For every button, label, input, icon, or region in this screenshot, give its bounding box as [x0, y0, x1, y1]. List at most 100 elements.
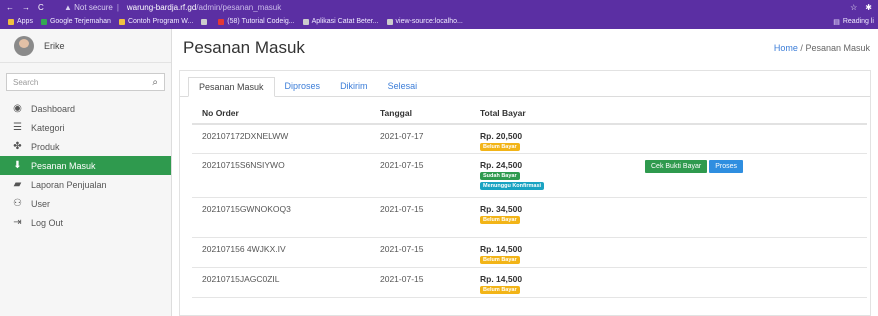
- download-icon: ⬇: [13, 160, 22, 171]
- reload-icon[interactable]: C: [38, 3, 44, 12]
- table-row: 20210715GWNOKOQ3 2021-07-15 Rp. 34,500 Belu…: [192, 197, 867, 238]
- sidebar-item-produk[interactable]: ✤ Produk: [0, 137, 171, 156]
- order-total-cell: Rp. 20,500 Belum Bayar: [480, 124, 645, 154]
- status-badge: Belum Bayar: [480, 143, 520, 151]
- status-badge: Belum Bayar: [480, 256, 520, 264]
- bookmark-label: Apps: [17, 18, 33, 25]
- header-total-bayar: Total Bayar: [480, 103, 645, 125]
- order-number: 20210715S6NSIYWO: [192, 153, 380, 198]
- order-actions: [645, 197, 867, 238]
- sidebar-item-pesanan-masuk[interactable]: ⬇ Pesanan Masuk: [0, 156, 171, 175]
- sidebar-item-label: Dashboard: [31, 103, 76, 114]
- table-row: 20210715S6NSIYWO 2021-07-15 Rp. 24,500 Suda…: [192, 153, 867, 198]
- header-no-order: No Order: [192, 103, 380, 125]
- reading-list-label: Reading li: [842, 18, 874, 25]
- search-input[interactable]: Search: [13, 78, 38, 87]
- cek-bukti-bayar-button[interactable]: Cek Bukti Bayar: [645, 160, 708, 173]
- sidebar-menu: ◉ Dashboard ☰ Kategori ✤ Produk ⬇ Pesanan Masuk…: [0, 99, 171, 232]
- sidebar-item-label: Produk: [31, 141, 60, 152]
- bookmark-label: Google Terjemahan: [49, 18, 111, 25]
- bookmark-icon: [386, 18, 393, 25]
- main-content: Pesanan Masuk Home / Pesanan Masuk Pesan…: [173, 29, 878, 316]
- dashboard-icon: ◉: [13, 103, 22, 114]
- breadcrumb-home[interactable]: Home: [774, 43, 798, 53]
- browser-toolbar: ← → C ▲ Not secure | warung-bardja.rf.gd…: [0, 0, 878, 14]
- sidebar-item-label: Laporan Penjualan: [31, 179, 107, 190]
- avatar: [14, 35, 34, 56]
- sidebar-item-label: Kategori: [31, 122, 65, 133]
- extension-icon[interactable]: ✱: [865, 3, 872, 12]
- bookmark-item[interactable]: Apps: [8, 18, 33, 25]
- back-icon[interactable]: ←: [6, 3, 14, 12]
- bookmark-icon: [302, 18, 309, 25]
- breadcrumb: Home / Pesanan Masuk: [774, 43, 870, 53]
- browser-nav: ← → C: [0, 3, 64, 12]
- sidebar: Erike Search ⌕ ◉ Dashboard ☰ Kategori ✤ Produ…: [0, 29, 172, 316]
- bookmark-item[interactable]: Contoh Program W...: [118, 18, 194, 25]
- tab-selesai[interactable]: Selesai: [378, 76, 428, 96]
- order-number: 20210715JAGC0ZIL: [192, 267, 380, 298]
- order-number: 202107156 4WJKX.IV: [192, 237, 380, 268]
- sidebar-item-kategori[interactable]: ☰ Kategori: [0, 118, 171, 137]
- order-actions: [645, 267, 867, 298]
- reading-list[interactable]: ▤ Reading li: [833, 18, 874, 26]
- breadcrumb-separator: /: [800, 43, 803, 53]
- table-header-row: No Order Tanggal Total Bayar: [192, 103, 867, 125]
- page-title: Pesanan Masuk: [183, 38, 305, 57]
- tab-diproses[interactable]: Diproses: [275, 76, 331, 96]
- not-secure-label: Not secure: [74, 2, 113, 12]
- sidebar-search[interactable]: Search ⌕: [6, 73, 165, 91]
- order-total-cell: Rp. 24,500 Sudah Bayar Menunggu Konfirmasi: [480, 153, 645, 198]
- bookmark-icon: [218, 18, 225, 25]
- users-icon: ⚇: [13, 198, 22, 209]
- orders-table: No Order Tanggal Total Bayar 202107172DX…: [192, 103, 867, 298]
- order-number: 202107172DXNELWW: [192, 124, 380, 154]
- tab-dikirim[interactable]: Dikirim: [330, 76, 378, 96]
- bookmark-item[interactable]: [201, 18, 210, 25]
- order-total: Rp. 14,500: [480, 274, 523, 284]
- bookmark-icon: [201, 18, 208, 25]
- order-date: 2021-07-15: [380, 153, 480, 198]
- sidebar-item-log-out[interactable]: ⇥ Log Out: [0, 213, 171, 232]
- bookmark-item[interactable]: view-source:localho...: [386, 18, 463, 25]
- bookmark-icon: [118, 18, 125, 25]
- bookmark-label: Aplikasi Catat Beter...: [311, 18, 379, 25]
- bookmark-item[interactable]: (58) Tutorial Codeig...: [218, 18, 295, 25]
- bookmark-icon: [40, 18, 47, 25]
- proses-button[interactable]: Proses: [709, 160, 743, 173]
- breadcrumb-current: Pesanan Masuk: [805, 43, 870, 53]
- order-total-cell: Rp. 14,500 Belum Bayar: [480, 267, 645, 298]
- sidebar-item-label: Pesanan Masuk: [31, 160, 96, 171]
- order-tabs: Pesanan Masuk Diproses Dikirim Selesai: [180, 71, 870, 97]
- order-date: 2021-07-15: [380, 237, 480, 268]
- not-secure-warning[interactable]: ▲ Not secure: [64, 3, 113, 12]
- order-total: Rp. 14,500: [480, 244, 523, 254]
- sidebar-item-laporan-penjualan[interactable]: ▰ Laporan Penjualan: [0, 175, 171, 194]
- bookmark-label: Contoh Program W...: [127, 18, 194, 25]
- header-actions: [645, 103, 867, 125]
- search-icon[interactable]: ⌕: [152, 77, 158, 88]
- page-header: Pesanan Masuk Home / Pesanan Masuk: [173, 29, 878, 67]
- logout-icon: ⇥: [13, 217, 22, 228]
- status-badge: Belum Bayar: [480, 216, 520, 224]
- tab-pesanan-masuk[interactable]: Pesanan Masuk: [188, 77, 275, 97]
- product-icon: ✤: [13, 141, 22, 152]
- username[interactable]: Erike: [44, 41, 65, 51]
- order-total-cell: Rp. 34,500 Belum Bayar: [480, 197, 645, 238]
- url-path: /admin/pesanan_masuk: [196, 2, 282, 12]
- sidebar-item-user[interactable]: ⚇ User: [0, 194, 171, 213]
- forward-icon[interactable]: →: [22, 3, 30, 12]
- url-domain: warung-bardja.rf.gd: [126, 2, 197, 12]
- address-bar[interactable]: warung-bardja.rf.gd/admin/pesanan_masuk: [127, 3, 281, 12]
- order-total: Rp. 34,500: [480, 204, 523, 214]
- bookmark-item[interactable]: Google Terjemahan: [40, 18, 111, 25]
- table-row: 202107156 4WJKX.IV 2021-07-15 Rp. 14,500 Be…: [192, 237, 867, 268]
- status-badge: Sudah Bayar: [480, 172, 520, 180]
- orders-table-body: 202107172DXNELWW 2021-07-17 Rp. 20,500 Belu…: [192, 124, 867, 298]
- bookmark-item[interactable]: Aplikasi Catat Beter...: [302, 18, 379, 25]
- star-icon[interactable]: ☆: [850, 3, 857, 12]
- order-actions: [645, 237, 867, 268]
- bookmark-label: view-source:localho...: [395, 18, 463, 25]
- status-badge: Menunggu Konfirmasi: [480, 182, 545, 190]
- sidebar-item-dashboard[interactable]: ◉ Dashboard: [0, 99, 171, 118]
